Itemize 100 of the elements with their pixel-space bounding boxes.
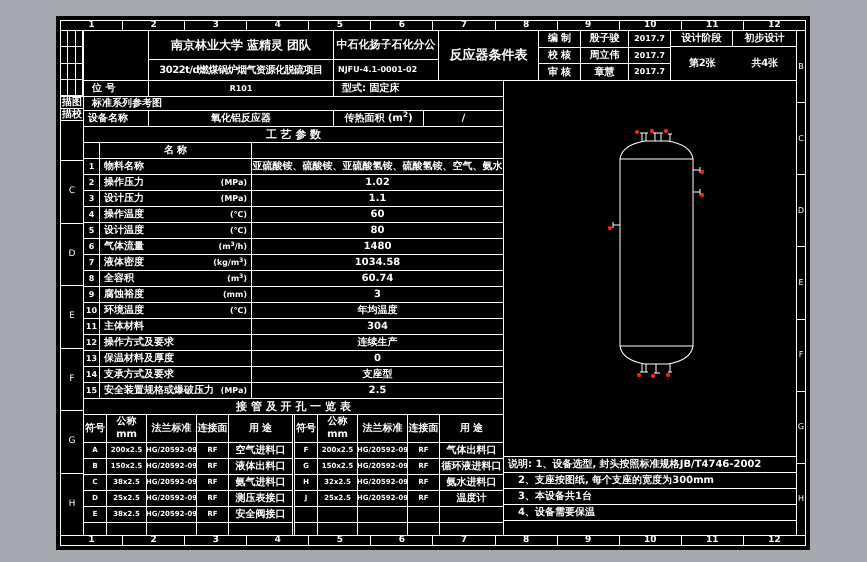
parameter-name: 设计压力 bbox=[104, 194, 144, 204]
parameter-name: 设计温度 bbox=[104, 226, 144, 236]
column-header: 法兰标准 bbox=[362, 424, 402, 434]
parameter-unit: (m$^{3}$/h) bbox=[218, 242, 247, 250]
row-number: 13 bbox=[86, 354, 98, 362]
equipment-name: 氧化铝反应器 bbox=[211, 114, 271, 124]
sheet-number: 第2张 bbox=[688, 56, 716, 71]
column-header: 用 途 bbox=[460, 424, 484, 434]
organization-name: 南京林业大学 蓝精灵 团队 bbox=[170, 37, 312, 54]
signature-date: 2017.7 bbox=[634, 66, 665, 78]
nozzle-use: 循环液进料口 bbox=[442, 462, 502, 472]
parameter-value: 80 bbox=[370, 226, 384, 236]
column-header: 符号 bbox=[296, 424, 316, 434]
parameter-value: 1480 bbox=[364, 242, 392, 252]
row-number: 4 bbox=[88, 210, 94, 218]
design-stage: 初步设计 bbox=[744, 31, 784, 46]
column-header: 连接面 bbox=[198, 424, 228, 434]
parameter-name: 保温材料及厚度 bbox=[104, 354, 174, 364]
parameter-value: 支座型 bbox=[362, 370, 392, 380]
parameter-unit: (MPa) bbox=[220, 178, 247, 186]
nozzle-use: 液体出料口 bbox=[236, 462, 286, 472]
signature-date: 2017.7 bbox=[634, 50, 665, 62]
parameter-name: 腐蚀裕度 bbox=[104, 290, 144, 300]
parameter-name: 主体材料 bbox=[104, 322, 144, 332]
parameter-name: 环境温度 bbox=[104, 306, 144, 316]
parameter-name: 安全装置规格或爆破压力 bbox=[104, 386, 214, 396]
signature-name: 章慧 bbox=[594, 65, 614, 80]
zone-letter: G bbox=[68, 435, 76, 448]
row-number: 5 bbox=[88, 226, 94, 234]
company-name: 中石化扬子石化分公 bbox=[336, 36, 436, 53]
parameter-name: 液体密度 bbox=[104, 258, 144, 268]
sheet-total: 共4张 bbox=[751, 56, 778, 71]
column-header: 符号 bbox=[85, 424, 105, 434]
row-number: 14 bbox=[86, 370, 98, 378]
zone-letter: G bbox=[798, 421, 804, 434]
drawing-number: NJFU-4.1-0001-02 bbox=[338, 64, 418, 76]
parameter-value: 60 bbox=[370, 210, 384, 220]
signature-date: 2017.7 bbox=[634, 32, 665, 45]
signature-name: 周立伟 bbox=[590, 48, 620, 63]
nozzle-use: 测压表接口 bbox=[236, 494, 286, 504]
parameter-unit: (kg/m$^{3}$) bbox=[213, 258, 247, 266]
reference-drawing: 标准系列参考图 bbox=[92, 98, 162, 108]
nozzle-use: 氨水进料口 bbox=[446, 478, 496, 488]
tag-label: 位 号 bbox=[92, 84, 116, 94]
signature-role: 审 核 bbox=[548, 65, 572, 80]
zone-letter: C bbox=[68, 185, 76, 198]
signature-name: 殷子骏 bbox=[590, 32, 620, 46]
parameter-value: 3 bbox=[374, 290, 381, 300]
nozzle-use: 空气进料口 bbox=[236, 446, 286, 456]
zone-letter: C bbox=[798, 132, 804, 145]
parameter-unit: (℃) bbox=[230, 226, 247, 234]
parameter-value: 1.1 bbox=[368, 194, 386, 204]
parameter-value: 年均温度 bbox=[358, 306, 398, 316]
parameter-unit: (MPa) bbox=[220, 386, 247, 394]
row-number: 10 bbox=[86, 306, 98, 314]
zone-letter: E bbox=[69, 310, 75, 323]
parameter-unit: (MPa) bbox=[220, 194, 247, 202]
signature-role: 编 制 bbox=[548, 32, 572, 46]
zone-letter: F bbox=[798, 349, 804, 362]
margin-label: 描图 bbox=[62, 98, 82, 108]
signature-role: 校 核 bbox=[548, 48, 572, 63]
column-header: 连接面 bbox=[408, 424, 438, 434]
row-number: 8 bbox=[88, 274, 94, 282]
zone-letter: D bbox=[798, 204, 804, 217]
parameter-name: 操作压力 bbox=[104, 178, 144, 188]
row-number: 2 bbox=[88, 178, 94, 186]
parameter-value: 1.02 bbox=[365, 178, 390, 188]
parameter-name: 物料名称 bbox=[104, 162, 144, 172]
column-header: 法兰标准 bbox=[152, 424, 192, 434]
area-label: 传热面积 (m$^{2}$) bbox=[344, 114, 413, 124]
row-number: 11 bbox=[86, 322, 98, 330]
tag-value: R101 bbox=[230, 84, 252, 92]
parameter-value: 1034.58 bbox=[354, 258, 400, 268]
row-number: 12 bbox=[86, 338, 98, 346]
zone-letter: F bbox=[69, 372, 75, 386]
parameter-value: 连续生产 bbox=[358, 338, 398, 348]
parameter-unit: (℃) bbox=[230, 210, 247, 218]
note-text: 说明: 1、设备选型, 封头按照标准规格JB/T4746-2002 bbox=[508, 460, 762, 470]
project-name: 3022t/d燃煤锅炉烟气资源化脱硫项目 bbox=[159, 63, 323, 78]
zone-letter: H bbox=[798, 493, 804, 506]
vessel-type: 型式: 固定床 bbox=[342, 84, 400, 94]
parameter-value: 2.5 bbox=[368, 386, 386, 396]
parameter-name: 气体流量 bbox=[104, 242, 144, 252]
nozzle-use: 氨气进料口 bbox=[236, 478, 286, 488]
section-title: 接 管 及 开 孔 一 览 表 bbox=[236, 401, 351, 412]
parameter-value: 0 bbox=[374, 354, 381, 364]
parameter-unit: (m$^{3}$) bbox=[227, 274, 247, 282]
parameter-name: 操作温度 bbox=[104, 210, 144, 220]
equipment-label: 设备名称 bbox=[88, 114, 128, 124]
row-number: 3 bbox=[88, 194, 94, 202]
column-header: 名 称 bbox=[164, 146, 188, 156]
column-header: 公称 mm bbox=[326, 416, 349, 441]
parameter-value: 亚硫酸铵、硫酸铵、亚硫酸氢铵、硫酸氢铵、空气、氨水 bbox=[252, 162, 502, 172]
parameter-value: 60.74 bbox=[362, 274, 394, 284]
nozzle-use: 气体出料口 bbox=[446, 446, 496, 456]
zone-letter: H bbox=[68, 498, 76, 510]
column-header: 用 途 bbox=[248, 424, 272, 434]
nozzle-use: 温度计 bbox=[456, 494, 486, 504]
stage-label: 设计阶段 bbox=[682, 32, 722, 46]
row-number: 9 bbox=[88, 290, 94, 298]
